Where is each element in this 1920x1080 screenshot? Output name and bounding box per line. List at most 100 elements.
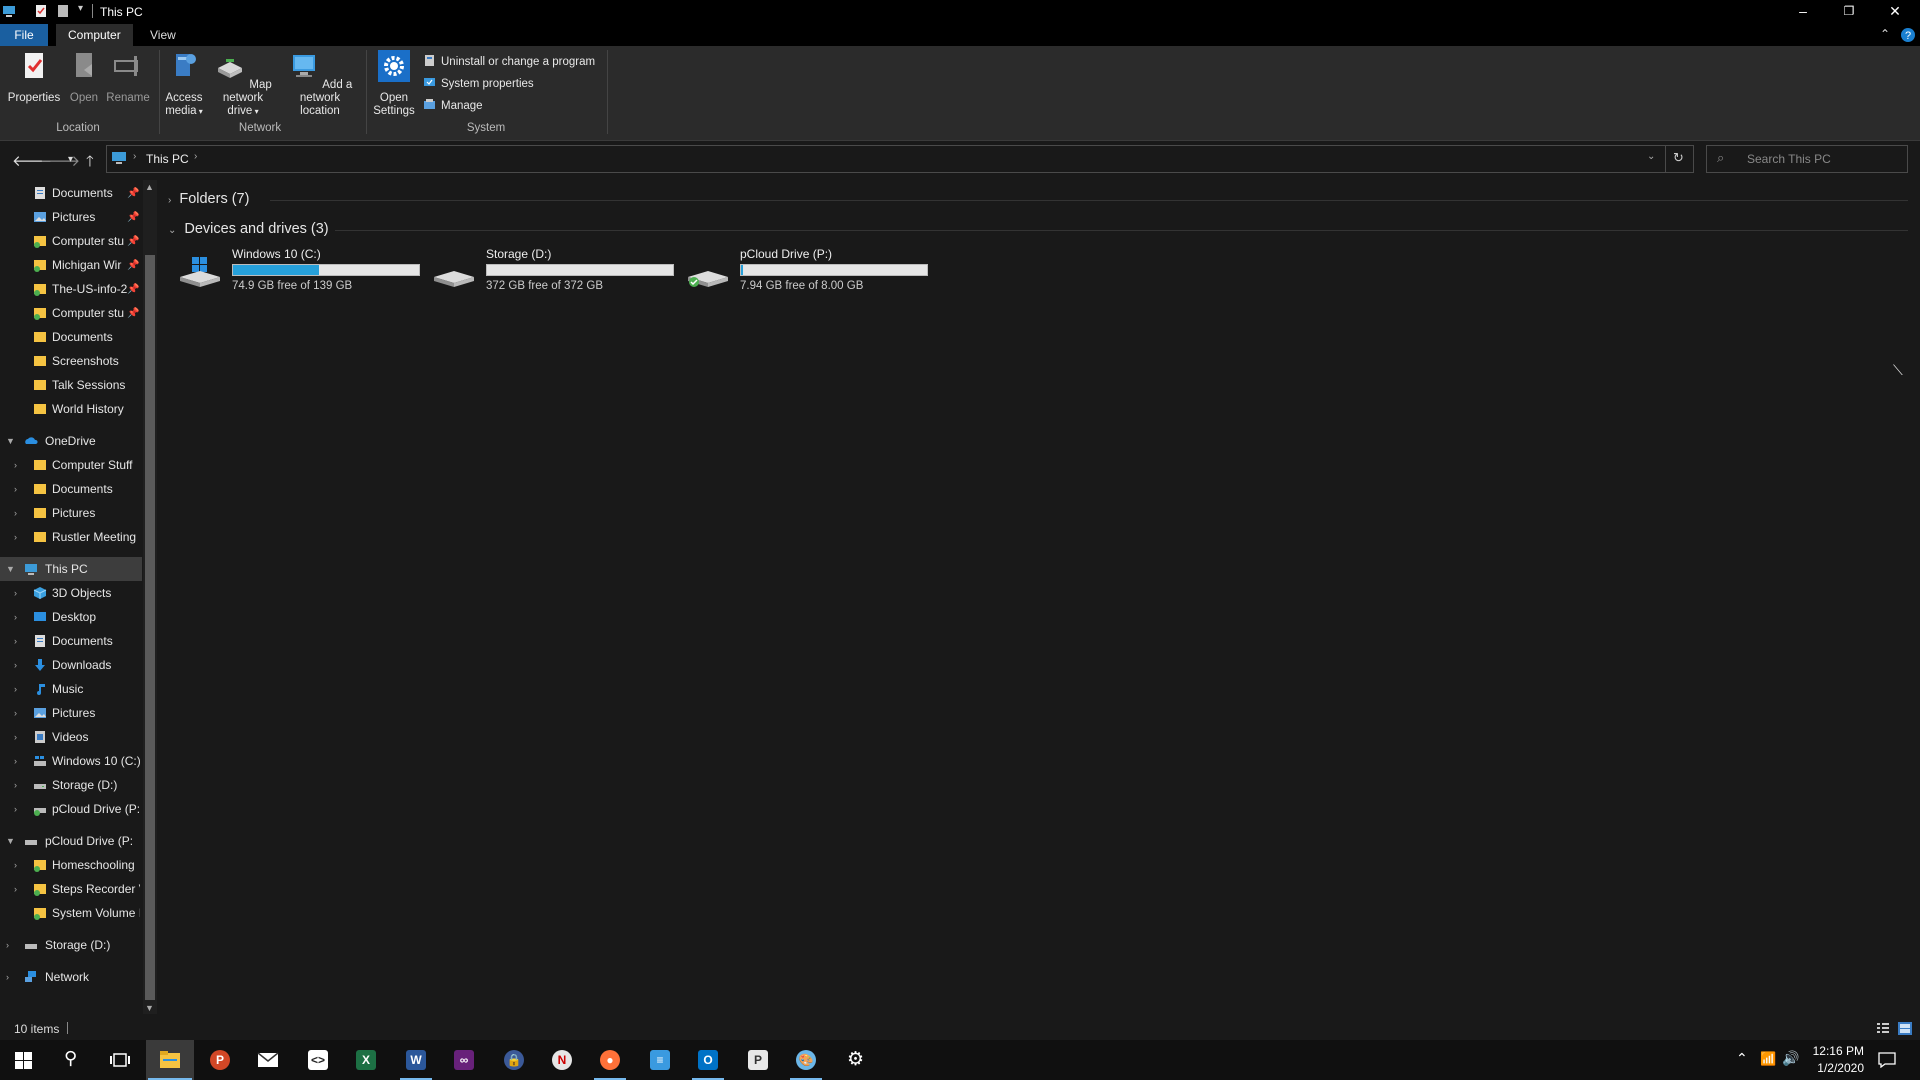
nav-scrollbar-thumb[interactable] [145,255,155,1000]
pin-icon[interactable]: 📌 [127,278,139,301]
forward-arrow-icon[interactable]: 🡒 [40,151,80,170]
search-box[interactable]: ⌕ Search This PC [1706,145,1908,173]
nav-item-desktop[interactable]: › Desktop [0,605,142,629]
volume-icon[interactable]: 🔊 [1782,1050,1799,1067]
chevron-right-icon[interactable]: › [14,749,17,773]
open-settings-button[interactable]: Open Settings [370,50,418,118]
nav-item-pcloud-pc[interactable]: › pCloud Drive (P:) [0,797,142,821]
pin-icon[interactable]: 📌 [127,206,139,229]
manage-button[interactable]: Manage [423,98,483,112]
pin-icon[interactable]: 📌 [127,302,139,325]
taskbar-powerpoint[interactable]: P [196,1040,244,1080]
tab-computer[interactable]: Computer [56,24,133,46]
nav-item-3d-objects[interactable]: › 3D Objects [0,581,142,605]
chevron-right-icon[interactable]: › [168,195,171,206]
search-placeholder[interactable]: Search This PC [1747,152,1831,166]
nav-item-world-history[interactable]: World History [0,397,142,421]
nav-item-documents-folder[interactable]: Documents [0,325,142,349]
taskbar-mail[interactable] [244,1040,292,1080]
map-network-drive-button[interactable]: Map network drive ▾ [208,50,278,118]
access-media-button[interactable]: Access media ▾ [160,50,208,118]
nav-item-homeschooling[interactable]: › Homeschooling [0,853,142,877]
chevron-right-icon[interactable]: › [14,605,17,629]
collapse-ribbon-icon[interactable]: ⌃ [1880,27,1890,41]
nav-item-network[interactable]: › Network [0,965,142,989]
chevron-right-icon[interactable]: › [14,653,17,677]
chevron-down-icon[interactable]: ▼ [6,429,15,453]
properties-quick-icon[interactable] [34,3,48,19]
pin-icon[interactable]: 📌 [127,230,139,253]
taskbar-news[interactable]: N [538,1040,586,1080]
chevron-right-icon[interactable]: › [14,701,17,725]
tab-view[interactable]: View [138,24,188,46]
pin-icon[interactable]: 📌 [127,254,139,277]
nav-item-pictures-pinned[interactable]: Pictures 📌 [0,205,142,229]
chevron-down-icon[interactable]: ⌄ [168,225,176,236]
nav-item-onedrive-rustler[interactable]: › Rustler Meeting I [0,525,142,549]
address-history-chevron-icon[interactable]: ⌄ [1647,151,1655,162]
taskbar-file-explorer[interactable] [146,1040,194,1080]
nav-item-michigan[interactable]: Michigan Wir 📌 [0,253,142,277]
taskbar-outlook[interactable]: O [684,1040,732,1080]
nav-item-us-info[interactable]: The-US-info-2 📌 [0,277,142,301]
chevron-right-icon[interactable]: › [14,501,17,525]
scroll-up-arrow-icon[interactable]: ▲ [145,182,154,192]
chevron-right-icon[interactable]: › [14,629,17,653]
refresh-icon[interactable]: ↻ [1673,150,1684,166]
recent-locations-chevron-icon[interactable]: ▾ [68,154,73,165]
breadcrumb-separator-icon[interactable]: › [194,151,197,162]
nav-item-onedrive-computer-stuff[interactable]: › Computer Stuff [0,453,142,477]
nav-item-windows-c[interactable]: › Windows 10 (C:) [0,749,142,773]
breadcrumb-this-pc[interactable]: This PC [146,152,189,166]
nav-item-steps-recorder[interactable]: › Steps Recorder V [0,877,142,901]
chevron-right-icon[interactable]: › [14,853,17,877]
taskbar-firefox[interactable]: ● [586,1040,634,1080]
up-arrow-icon[interactable]: 🡑 [86,151,94,176]
taskbar-password-manager[interactable]: 🔒 [490,1040,538,1080]
nav-item-onedrive[interactable]: ▼ OneDrive [0,429,142,453]
group-header-folders[interactable]: › Folders (7) [168,191,249,207]
chevron-right-icon[interactable]: › [14,797,17,821]
taskbar-publisher[interactable]: P [734,1040,782,1080]
open-button[interactable]: Open [64,50,104,105]
search-taskbar-button[interactable]: ⚲ [48,1040,96,1080]
drive-tile-pcloud-p[interactable]: pCloud Drive (P:) 7.94 GB free of 8.00 G… [676,245,928,293]
chevron-right-icon[interactable]: › [6,933,9,957]
taskbar-settings[interactable]: ⚙ [832,1040,880,1080]
chevron-right-icon[interactable]: › [14,725,17,749]
new-folder-quick-icon[interactable] [56,3,70,19]
scroll-down-arrow-icon[interactable]: ▼ [145,1003,154,1013]
restore-button[interactable]: ❐ [1826,0,1872,24]
action-center-icon[interactable] [1878,1052,1896,1068]
taskbar-visual-studio[interactable]: ∞ [440,1040,488,1080]
nav-item-videos[interactable]: › Videos [0,725,142,749]
drive-tile-windows-c[interactable]: Windows 10 (C:) 74.9 GB free of 139 GB [168,245,420,293]
nav-item-screenshots[interactable]: Screenshots [0,349,142,373]
chevron-up-icon[interactable]: ⌃ [1736,1050,1748,1067]
taskbar-paint[interactable]: 🎨 [782,1040,830,1080]
chevron-right-icon[interactable]: › [14,525,17,549]
help-icon[interactable]: ? [1900,27,1916,43]
close-button[interactable]: ✕ [1872,0,1918,24]
nav-item-computer-stu-1[interactable]: Computer stu 📌 [0,229,142,253]
group-header-devices[interactable]: ⌄ Devices and drives (3) [168,221,329,237]
nav-item-pc-pictures[interactable]: › Pictures [0,701,142,725]
tab-file[interactable]: File [0,24,48,46]
nav-item-documents-pinned[interactable]: Documents 📌 [0,181,142,205]
chevron-right-icon[interactable]: › [14,677,17,701]
nav-item-computer-stu-2[interactable]: Computer stu 📌 [0,301,142,325]
start-button[interactable] [0,1040,48,1080]
nav-item-downloads[interactable]: › Downloads [0,653,142,677]
pin-icon[interactable]: 📌 [127,182,139,205]
taskbar-excel[interactable]: X [342,1040,390,1080]
chevron-down-icon[interactable]: ▾ [78,3,83,14]
nav-item-onedrive-documents[interactable]: › Documents [0,477,142,501]
taskbar-code-editor[interactable]: <> [294,1040,342,1080]
task-view-button[interactable] [96,1040,144,1080]
nav-item-storage-d-pc[interactable]: › Storage (D:) [0,773,142,797]
nav-item-talk-sessions[interactable]: Talk Sessions [0,373,142,397]
nav-item-onedrive-pictures[interactable]: › Pictures [0,501,142,525]
chevron-down-icon[interactable]: ▼ [6,557,15,581]
nav-item-pcloud-drive[interactable]: ▼ pCloud Drive (P:) [0,829,142,853]
details-view-icon[interactable] [1876,1022,1890,1035]
